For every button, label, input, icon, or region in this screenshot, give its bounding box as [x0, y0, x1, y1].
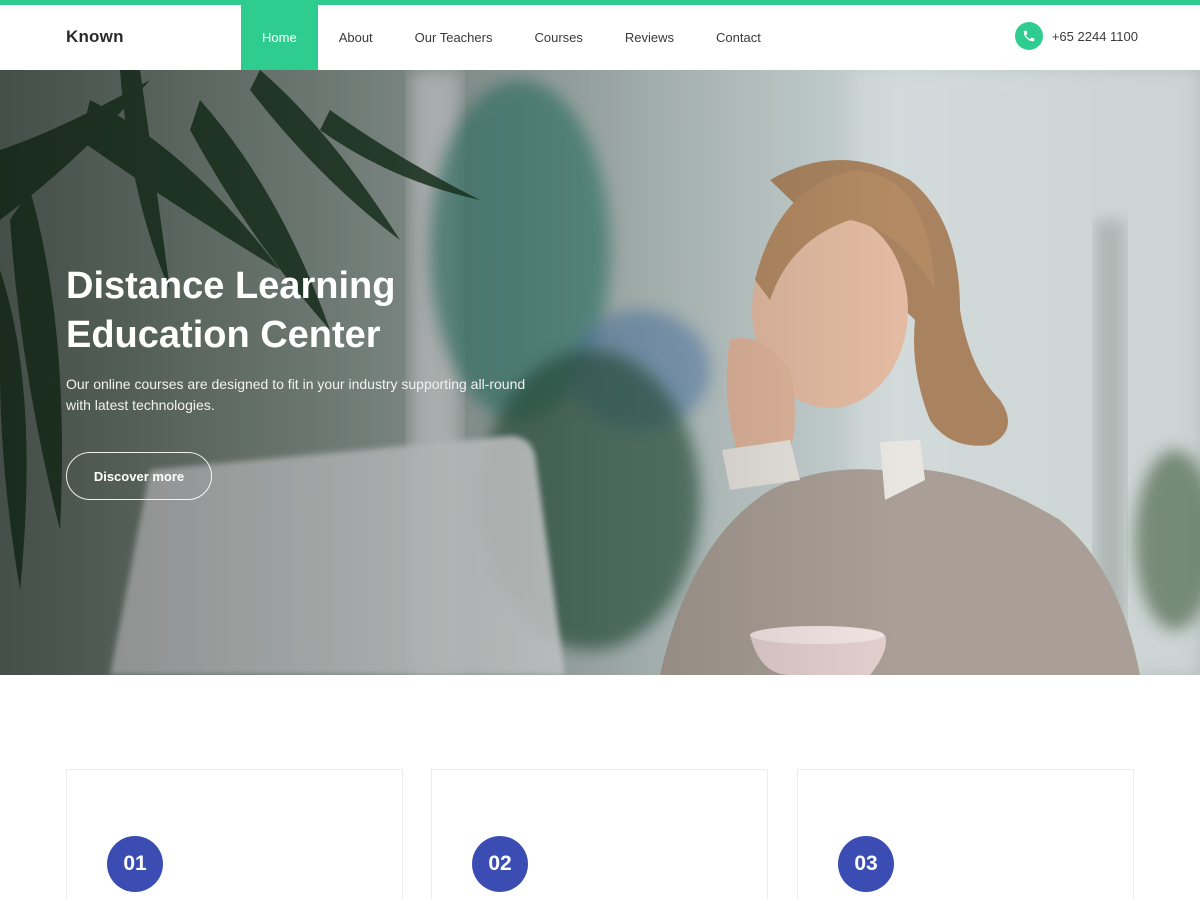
phone-contact[interactable]: +65 2244 1100 [1014, 22, 1138, 50]
feature-number-badge: 01 [107, 836, 163, 892]
nav-item-our-teachers[interactable]: Our Teachers [394, 5, 514, 70]
feature-card: 03 [797, 769, 1134, 900]
hero-title-line-1: Distance Learning [66, 265, 396, 307]
feature-card: 02 [431, 769, 768, 900]
site-header: Known Home About Our Teachers Courses Re… [0, 5, 1200, 70]
nav-item-reviews[interactable]: Reviews [604, 5, 695, 70]
nav-item-courses[interactable]: Courses [513, 5, 603, 70]
discover-more-button[interactable]: Discover more [66, 452, 212, 500]
nav-item-contact[interactable]: Contact [695, 5, 782, 70]
hero-title-line-2: Education Center [66, 314, 381, 356]
phone-number: +65 2244 1100 [1051, 28, 1138, 44]
feature-card: 01 [66, 769, 403, 900]
feature-number-badge: 03 [838, 836, 894, 892]
hero-title: Distance Learning Education Center [66, 262, 586, 360]
phone-icon [1014, 22, 1043, 50]
nav-item-about[interactable]: About [318, 5, 394, 70]
hero-subtitle-line-2: with latest technologies. [66, 397, 215, 413]
site-logo[interactable]: Known [66, 27, 124, 47]
hero-subtitle: Our online courses are designed to fit i… [66, 374, 586, 416]
main-nav: Home About Our Teachers Courses Reviews … [241, 5, 782, 70]
nav-item-home[interactable]: Home [241, 5, 318, 70]
hero-subtitle-line-1: Our online courses are designed to fit i… [66, 376, 526, 392]
hero-banner: Distance Learning Education Center Our o… [0, 70, 1200, 675]
hero-dark-overlay [0, 70, 1200, 675]
feature-number-badge: 02 [472, 836, 528, 892]
